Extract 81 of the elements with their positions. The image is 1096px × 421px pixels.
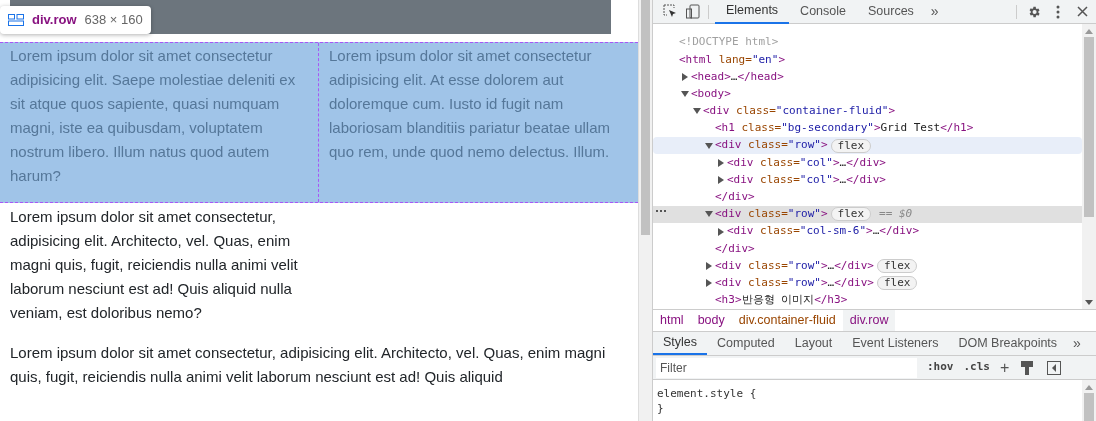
- dom-node-row[interactable]: <div class="col-sm-6">…</div>: [653, 223, 1082, 241]
- paragraph: Lorem ipsum dolor sit amet consectetur, adipisicing elit. Architecto, vel. Quas, enim magni quis, fugit, reiciendis nulla animi velit laborum nesciunt est ad! Quis aliquid: [10, 343, 607, 387]
- dom-node-markup: <body>: [691, 85, 731, 102]
- flex-badge[interactable]: flex: [877, 276, 918, 291]
- dom-node-markup: <div class="row">: [715, 137, 828, 154]
- closing-tag: </div>: [715, 240, 755, 258]
- dom-node-markup: <div class="row">…</div>: [715, 274, 874, 291]
- dom-node-markup: <div class="container-fluid">: [703, 103, 896, 120]
- more-tabs-button[interactable]: »: [1067, 331, 1087, 355]
- collapsed-triangle-icon[interactable]: [717, 158, 725, 167]
- styles-pane-tab[interactable]: DOM Breakpoints: [948, 331, 1068, 355]
- dom-node-row[interactable]: <div class="row"> flex == $0: [653, 205, 1082, 224]
- closing-tag: </div>: [715, 189, 755, 206]
- inspect-element-icon[interactable]: [663, 4, 678, 19]
- kebab-menu-icon[interactable]: [1056, 4, 1060, 19]
- dom-node-row[interactable]: <h1 class="bg-secondary">Grid Test</h1>: [653, 119, 1082, 138]
- collapsed-triangle-icon[interactable]: [705, 279, 713, 288]
- styles-pane-tab[interactable]: Layout: [784, 331, 843, 355]
- collapsed-triangle-icon[interactable]: [705, 262, 713, 271]
- styles-pane-tab[interactable]: Event Listeners: [842, 331, 949, 355]
- dom-node-markup: <h3>반응형 이미지</h3>: [715, 292, 848, 309]
- tooltip-selector: div.row: [32, 11, 77, 30]
- sidebar-toggle-icon[interactable]: [1047, 360, 1062, 375]
- column-text: Lorem ipsum dolor sit amet consectetur adipisicing elit. At esse dolorem aut doloremque cum. Iusto id fugit nam laboriosam blanditiis pariatur beatae ullam quo rem, unde quod nemo delectus. Illum.: [328, 46, 611, 162]
- collapsed-triangle-icon[interactable]: [717, 176, 725, 185]
- dom-node-row[interactable]: <div class="col">…</div>: [653, 154, 1082, 172]
- collapsed-triangle-icon[interactable]: [717, 227, 725, 236]
- class-toggle-button[interactable]: .cls: [963, 359, 990, 376]
- flex-badge[interactable]: flex: [830, 138, 872, 153]
- dom-node-row[interactable]: <h3>반응형 이미지</h3>: [653, 291, 1082, 309]
- dom-node-markup: <div class="row">: [715, 206, 828, 223]
- dom-node-row[interactable]: <div class="container-fluid">: [653, 102, 1082, 120]
- scrollbar-thumb[interactable]: [1084, 37, 1094, 217]
- dom-node-row[interactable]: <div class="row">…</div> flex: [653, 274, 1082, 292]
- dom-node-row[interactable]: <div class="row"> flex: [653, 137, 1082, 155]
- dom-node-markup: <div class="col-sm-6">…</div>: [727, 223, 920, 240]
- dom-node-markup: <div class="col">…</div>: [727, 154, 886, 171]
- devtools-tab[interactable]: Sources: [857, 0, 925, 24]
- tooltip-size: 638 × 160: [84, 11, 143, 30]
- breadcrumb[interactable]: body: [690, 310, 732, 331]
- dom-node-markup: <h1 class="bg-secondary">Grid Test</h1>: [715, 120, 974, 137]
- expanded-triangle-icon[interactable]: [705, 210, 713, 219]
- new-rule-button[interactable]: +: [1000, 355, 1010, 380]
- expanded-triangle-icon[interactable]: [681, 90, 689, 99]
- dom-node-row[interactable]: <div class="row">…</div> flex: [653, 257, 1082, 275]
- breadcrumb[interactable]: div.row: [842, 310, 896, 331]
- dom-node-row[interactable]: <body>: [653, 85, 1082, 103]
- scrollbar-thumb[interactable]: [641, 0, 650, 235]
- dom-node-row[interactable]: <head>…</head>: [653, 68, 1082, 86]
- paragraph: Lorem ipsum dolor sit amet consectetur, adipisicing elit. Architecto, vel. Quas, enim magni quis, fugit, reiciendis nulla animi velit laborum nesciunt est ad! Quis aliquid nulla veniam, est doloribus nemo?: [10, 207, 299, 323]
- filter-field[interactable]: Filter: [656, 357, 917, 378]
- style-rule-line: }: [657, 401, 665, 416]
- breadcrumb[interactable]: div.container-fluid: [731, 310, 843, 331]
- devtools-tab[interactable]: Console: [789, 0, 857, 24]
- column-text: Lorem ipsum dolor sit amet consectetur adipisicing elit. Saepe molestiae deleniti ex sit atque quos sapiente, quasi numquam magni, iste ea quibusdam, voluptatem nostrum libero. Illum natus quod autem harum?: [0, 43, 319, 202]
- dom-node-row[interactable]: <div class="col">…</div>: [653, 171, 1082, 189]
- dom-node-markup: <!DOCTYPE html>: [679, 34, 779, 51]
- expanded-triangle-icon[interactable]: [693, 107, 701, 116]
- style-rule-line: element.style {: [657, 386, 758, 401]
- dom-node-markup: <div class="col">…</div>: [727, 171, 886, 188]
- selected-node-marker: == $0: [879, 206, 913, 223]
- hover-state-button[interactable]: :hov: [927, 359, 954, 376]
- more-tabs-button[interactable]: »: [924, 1, 945, 22]
- dom-node-row[interactable]: <html lang="en">: [653, 51, 1082, 69]
- devtools-tab[interactable]: Elements: [715, 0, 790, 24]
- settings-icon[interactable]: [1027, 4, 1041, 19]
- close-icon[interactable]: [1077, 6, 1088, 17]
- scrollbar-thumb[interactable]: [1084, 393, 1094, 421]
- device-toggle-icon[interactable]: [686, 4, 700, 19]
- flex-badge[interactable]: flex: [877, 259, 918, 274]
- flex-badge[interactable]: flex: [830, 207, 872, 222]
- more-dots-icon: [656, 209, 666, 214]
- dom-node-markup: <html lang="en">: [679, 51, 785, 68]
- collapsed-triangle-icon[interactable]: [681, 72, 689, 81]
- layout-grid-icon: [8, 14, 24, 26]
- dom-node-markup: <div class="row">…</div>: [715, 257, 874, 274]
- expanded-triangle-icon[interactable]: [705, 141, 713, 150]
- scroll-down-icon[interactable]: [1085, 300, 1093, 305]
- dom-node-markup: <head>…</head>: [691, 68, 784, 85]
- breadcrumb[interactable]: html: [653, 310, 691, 331]
- styles-pane-tab[interactable]: Computed: [707, 331, 785, 355]
